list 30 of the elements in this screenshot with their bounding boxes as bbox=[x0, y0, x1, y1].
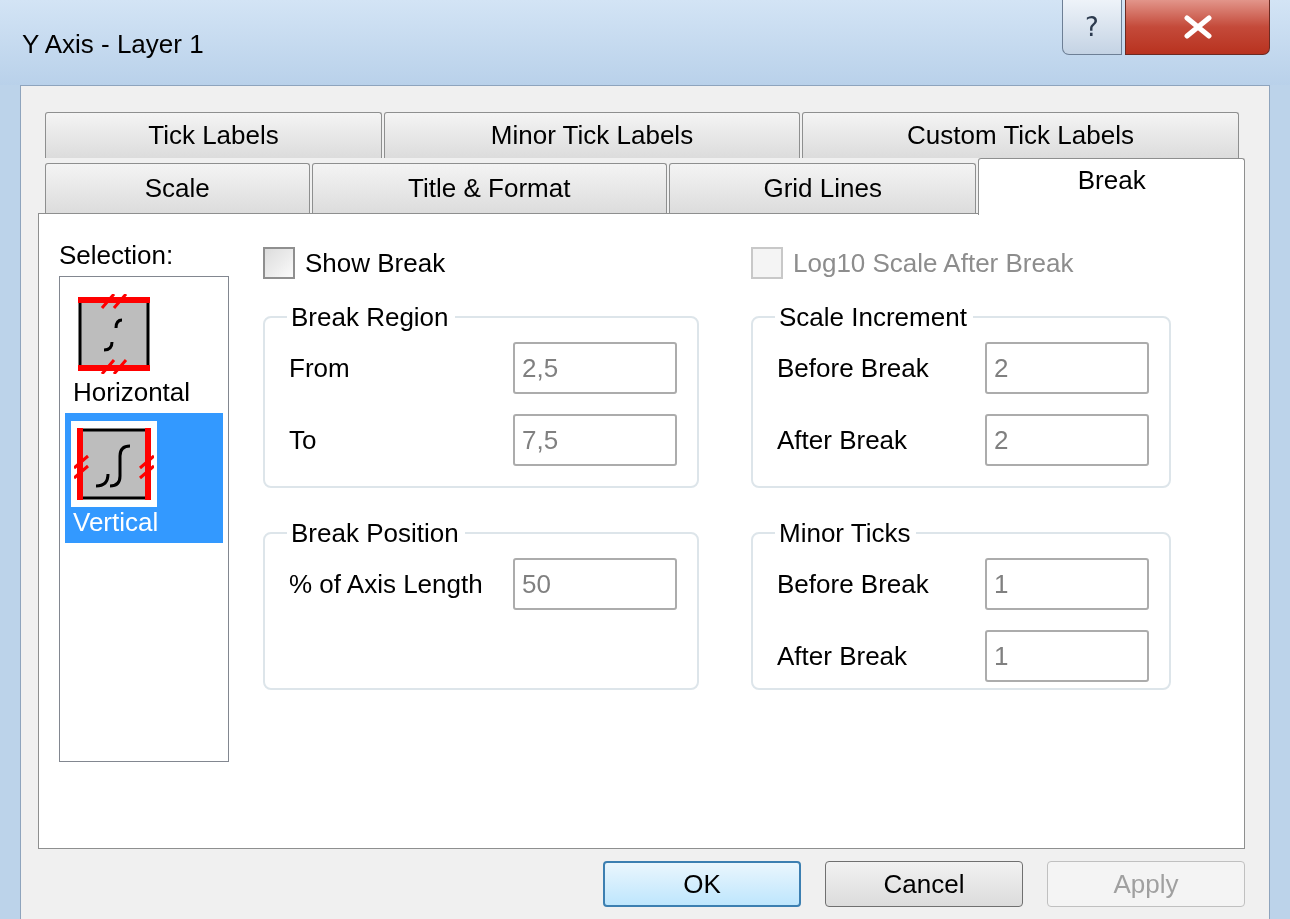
dialog-button[interactable]: OK bbox=[603, 861, 801, 907]
selection-label: Selection: bbox=[59, 240, 175, 270]
window-title: Y Axis - Layer 1 bbox=[22, 29, 204, 60]
axis-break-icon bbox=[71, 421, 157, 507]
tab[interactable]: Custom Tick Labels bbox=[802, 112, 1239, 158]
tab[interactable]: Scale bbox=[45, 163, 310, 213]
group-title: Minor Ticks bbox=[778, 518, 912, 548]
field-label: Before Break bbox=[777, 568, 929, 600]
field-label: % of Axis Length bbox=[289, 568, 483, 600]
field-label: From bbox=[289, 352, 350, 384]
close-button[interactable] bbox=[1125, 0, 1270, 55]
dialog-button[interactable]: Cancel bbox=[825, 861, 1023, 907]
checkbox[interactable] bbox=[263, 247, 295, 279]
tab[interactable]: Tick Labels bbox=[45, 112, 382, 158]
field-label: Before Break bbox=[777, 352, 929, 384]
tab[interactable]: Minor Tick Labels bbox=[384, 112, 800, 158]
tab[interactable]: Break bbox=[978, 158, 1245, 215]
field-label: To bbox=[289, 424, 317, 456]
tab[interactable]: Grid Lines bbox=[668, 163, 977, 213]
checkbox-label: Show Break bbox=[305, 247, 446, 279]
group-title: Break Position bbox=[290, 518, 460, 548]
field-label: After Break bbox=[777, 424, 908, 456]
tab[interactable]: Title & Format bbox=[311, 163, 667, 213]
help-button[interactable]: ? bbox=[1062, 0, 1122, 55]
close-icon bbox=[1182, 15, 1213, 39]
list-item[interactable]: Horizontal bbox=[65, 283, 223, 413]
group-title: Scale Increment bbox=[778, 302, 968, 332]
field-label: After Break bbox=[777, 640, 908, 672]
checkbox-label: Log10 Scale After Break bbox=[793, 247, 1074, 279]
group-title: Break Region bbox=[290, 302, 450, 332]
